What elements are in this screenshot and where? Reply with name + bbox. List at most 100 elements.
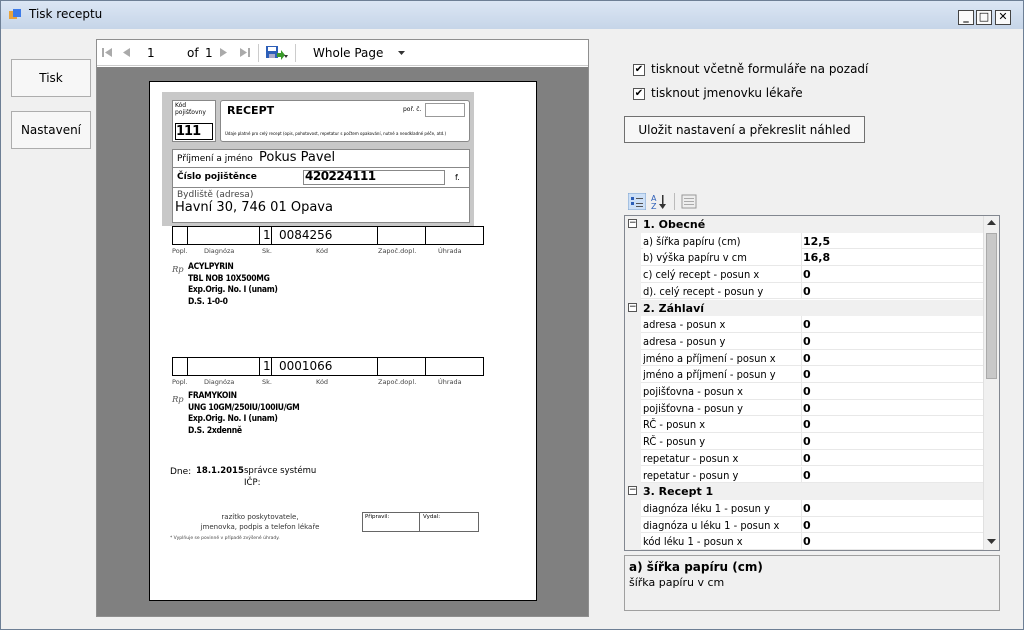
grid-property-value[interactable]: 0 — [803, 451, 983, 467]
categorized-icon[interactable] — [628, 193, 646, 210]
patient-name: Pokus Pavel — [259, 150, 336, 165]
col-label-diag-2: Diagnóza — [204, 378, 235, 386]
grid-property-row[interactable]: pojišťovna - posun y 0 — [625, 399, 985, 417]
collapse-icon[interactable]: − — [628, 219, 637, 228]
grid-property-row[interactable]: repetatur - posun x 0 — [625, 449, 985, 467]
insurer-code: 111 — [175, 123, 213, 140]
grid-scrollbar[interactable] — [983, 216, 999, 550]
grid-property-row[interactable]: RČ - posun x 0 — [625, 416, 985, 434]
collapse-icon[interactable]: − — [628, 486, 637, 496]
export-icon[interactable] — [265, 45, 289, 61]
issued-label: Vydal: — [423, 514, 441, 520]
grid-property-row[interactable]: jméno a příjmení - posun x 0 — [625, 349, 985, 367]
issuer-name: správce systému — [244, 466, 317, 476]
save-settings-button[interactable]: Uložit nastavení a překreslit náhled — [624, 116, 865, 143]
grid-property-value[interactable]: 0 — [803, 417, 983, 433]
grid-property-value[interactable]: 0 — [803, 534, 983, 550]
insured-number: 420224111 — [305, 169, 376, 183]
grid-property-value[interactable]: 0 — [803, 317, 983, 333]
grid-property-name: jméno a příjmení - posun y — [643, 368, 776, 382]
scroll-down-icon[interactable] — [987, 539, 996, 545]
property-description: a) šířka papíru (cm) šířka papíru v cm — [624, 555, 1000, 611]
grid-property-name: d). celý recept - posun y — [643, 284, 764, 298]
grid-property-row[interactable]: kód léku 1 - posun x 0 — [625, 533, 985, 550]
footnote: * Vyplňuje se povinně v případě zvýšené … — [170, 536, 280, 541]
grid-property-value[interactable]: 0 — [803, 284, 983, 300]
grid-property-value[interactable]: 0 — [803, 401, 983, 417]
check-print-stamp[interactable]: ✔ tisknout jmenovku lékaře — [633, 86, 803, 100]
grid-property-value[interactable]: 16,8 — [803, 250, 983, 266]
grid-category[interactable]: −1. Obecné — [625, 216, 985, 233]
col-label-kod: Kód — [316, 247, 329, 255]
patient-address: Havní 30, 746 01 Opava — [175, 200, 333, 215]
grid-property-value[interactable]: 0 — [803, 434, 983, 450]
grid-property-value[interactable]: 0 — [803, 468, 983, 484]
next-page-icon[interactable] — [219, 47, 229, 58]
grid-property-row[interactable]: a) šířka papíru (cm) 12,5 — [625, 232, 985, 250]
last-page-icon[interactable] — [239, 47, 251, 58]
close-button[interactable]: ✕ — [995, 10, 1011, 25]
grid-category[interactable]: −2. Záhlaví — [625, 299, 985, 317]
grid-property-value[interactable]: 0 — [803, 334, 983, 350]
col-label-popl: Popl. — [172, 247, 188, 255]
checkbox-print-form[interactable]: ✔ — [633, 63, 645, 76]
grid-property-row[interactable]: diagnóza u léku 1 - posun x 0 — [625, 516, 985, 534]
grid-property-value[interactable]: 0 — [803, 518, 983, 534]
grid-property-row[interactable]: pojišťovna - posun x 0 — [625, 383, 985, 400]
grid-property-name: pojišťovna - posun y — [643, 401, 744, 415]
item-row-1: 1 0084256 — [172, 226, 484, 245]
insurer-box: Kód pojišťovny 111 — [172, 100, 216, 142]
grid-property-row[interactable]: d). celý recept - posun y 0 — [625, 282, 985, 300]
item-1-code: 0084256 — [279, 228, 333, 242]
print-button[interactable]: Tisk — [11, 59, 91, 97]
item-row-2: 1 0001066 — [172, 357, 484, 376]
previous-page-icon[interactable] — [121, 47, 131, 58]
address-label: Bydliště (adresa) — [177, 190, 254, 200]
alphabetical-sort-icon[interactable]: AZ — [650, 193, 668, 210]
grid-property-name: adresa - posun y — [643, 334, 726, 348]
scroll-up-icon[interactable] — [987, 220, 996, 226]
rp-symbol-1: Rp — [172, 265, 184, 275]
zoom-select[interactable]: Whole Page — [313, 46, 383, 60]
collapse-icon[interactable]: − — [628, 302, 637, 312]
grid-property-value[interactable]: 0 — [803, 267, 983, 283]
grid-property-value[interactable]: 0 — [803, 501, 983, 517]
grid-scroll-thumb[interactable] — [986, 233, 997, 379]
grid-property-row[interactable]: c) celý recept - posun x 0 — [625, 266, 985, 284]
col-label-zapoc: Započ.dopl. — [378, 247, 417, 255]
grid-category[interactable]: −3. Recept 1 — [625, 483, 985, 500]
check-print-form[interactable]: ✔ tisknout včetně formuláře na pozadí — [633, 62, 868, 76]
grid-property-value[interactable]: 12,5 — [803, 234, 983, 250]
settings-button[interactable]: Nastavení — [11, 111, 91, 149]
first-page-icon[interactable] — [101, 47, 113, 58]
grid-property-row[interactable]: jméno a příjmení - posun y 0 — [625, 366, 985, 384]
report-viewer: 1 of 1 Whole Page Kód pojišťovny 111 REC… — [96, 39, 589, 617]
grid-property-row[interactable]: diagnóza léku 1 - posun y 0 — [625, 499, 985, 517]
header-note: Údaje platné pro celý recept (opis, poho… — [225, 131, 447, 136]
grid-property-name: diagnóza u léku 1 - posun x — [643, 518, 780, 532]
grid-property-value[interactable]: 0 — [803, 384, 983, 400]
grid-property-row[interactable]: RČ - posun y 0 — [625, 433, 985, 451]
grid-property-row[interactable]: adresa - posun y 0 — [625, 332, 985, 350]
grid-property-row[interactable]: b) výška papíru v cm 16,8 — [625, 249, 985, 267]
checkbox-print-stamp[interactable]: ✔ — [633, 87, 645, 100]
minimize-button[interactable]: _ — [958, 10, 974, 25]
grid-property-row[interactable]: adresa - posun x 0 — [625, 316, 985, 334]
item-2-code: 0001066 — [279, 359, 333, 373]
zoom-dropdown-icon[interactable] — [398, 51, 405, 56]
item-2-sk: 1 — [263, 359, 271, 373]
col-label-uhrada: Úhrada — [438, 247, 462, 255]
grid-property-value[interactable]: 0 — [803, 351, 983, 367]
grid-property-row[interactable]: repetatur - posun y 0 — [625, 466, 985, 484]
property-grid[interactable]: −1. Obecné a) šířka papíru (cm) 12,5 b) výš… — [624, 215, 1000, 551]
check-print-form-label: tisknout včetně formuláře na pozadí — [651, 62, 869, 76]
prepared-label: Připravil: — [365, 514, 390, 520]
grid-property-name: diagnóza léku 1 - posun y — [643, 501, 770, 515]
property-pages-icon[interactable] — [680, 193, 698, 210]
grid-property-name: RČ - posun x — [643, 418, 706, 432]
maximize-button[interactable]: □ — [976, 10, 992, 25]
grid-property-value[interactable]: 0 — [803, 367, 983, 383]
rp-symbol-2: Rp — [172, 395, 184, 405]
current-page[interactable]: 1 — [147, 46, 155, 60]
col-label-sk-2: Sk. — [262, 378, 272, 386]
